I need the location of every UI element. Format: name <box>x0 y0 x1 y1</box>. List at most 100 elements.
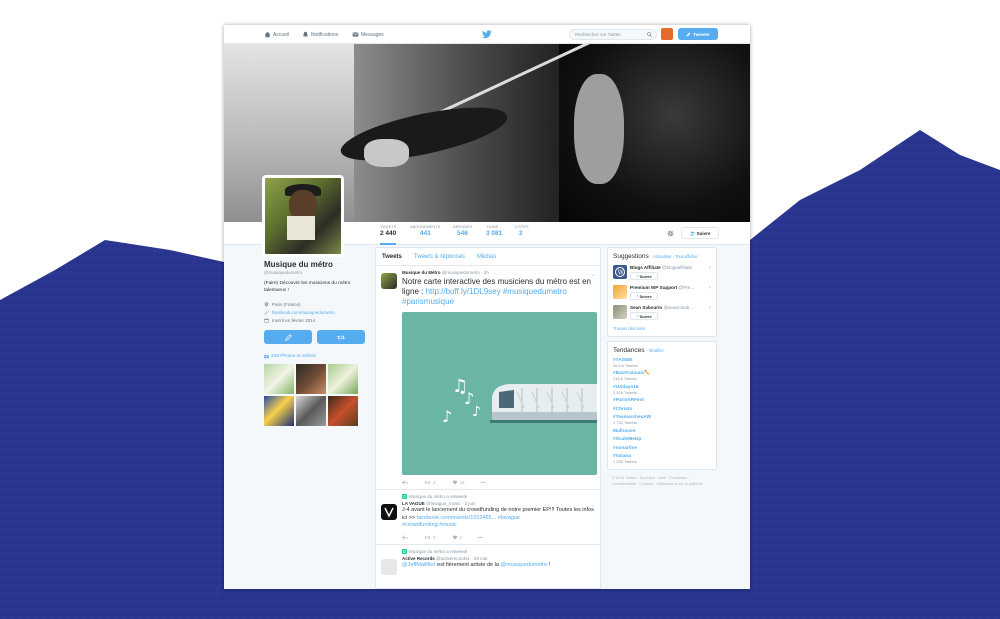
trend-tag[interactable]: #ScaleMeUp <box>613 437 711 442</box>
reply-action[interactable] <box>402 480 408 485</box>
tweet-hashtag[interactable]: #lavague <box>498 515 520 521</box>
tweet-author-handle[interactable]: @activerecords1 <box>436 556 470 561</box>
trend-item[interactable]: #BacFrancais✏️ 216 k Tweets <box>613 371 711 381</box>
reply-icon <box>402 480 408 485</box>
media-thumbnail[interactable] <box>264 396 294 426</box>
more-action[interactable]: ••• <box>478 535 483 540</box>
gear-icon[interactable] <box>667 230 674 237</box>
like-action[interactable]: 2 <box>452 535 462 540</box>
stat-following[interactable]: Abonnements 441 <box>410 225 440 237</box>
suggestion-follow-button[interactable]: ⁺ Suivre <box>630 272 658 280</box>
suggestion-follow-button[interactable]: ⁺ Suivre <box>630 312 658 320</box>
tab-tweets-replies[interactable]: Tweets & réponses <box>414 254 465 260</box>
search-icon[interactable] <box>647 32 652 37</box>
twitter-bird-icon[interactable] <box>482 30 492 39</box>
suggestion-name[interactable]: Sean Sabourin @seanmsab... <box>630 305 693 310</box>
tweet-time[interactable]: 2h <box>484 270 489 275</box>
suggestions-actions[interactable]: · Actualiser · Tout afficher <box>651 254 698 259</box>
footer-links[interactable]: © 2016 Twitter · À propos · Aide · Condi… <box>607 474 717 489</box>
photos-videos-link[interactable]: 249 Photos et vidéos <box>264 354 366 359</box>
suggestion-avatar[interactable]: W <box>613 265 627 279</box>
media-thumbnail[interactable] <box>296 396 326 426</box>
tweet-hashtags[interactable]: #crowdfunding #music <box>402 522 457 528</box>
trend-tag[interactable]: Mulhouse <box>613 429 711 434</box>
reply-action[interactable] <box>402 534 408 540</box>
stat-lists[interactable]: Listes 2 <box>515 225 529 237</box>
follow-button[interactable]: Suivre <box>681 227 719 239</box>
tweet-avatar[interactable] <box>381 273 397 289</box>
suggestion-name[interactable]: Premium WP Support @Pre... <box>630 285 694 290</box>
retweeted-by-text[interactable]: Musique du métro a retweeté <box>409 549 467 554</box>
trend-item[interactable]: #Christo <box>613 407 711 412</box>
dismiss-icon[interactable]: × <box>708 285 711 290</box>
trend-tag[interactable]: #sonartive <box>613 446 711 451</box>
media-thumbnail[interactable] <box>328 364 358 394</box>
tweet[interactable]: Musique du métro a retweeté ⌄ LA VAGUE @… <box>376 490 600 545</box>
trend-item[interactable]: #Vaiana 1 030 Tweets <box>613 454 711 464</box>
tweet-to-button[interactable] <box>264 330 312 344</box>
suggestion-avatar[interactable] <box>613 285 627 299</box>
tweet-link[interactable]: facebook.com/events/1022465... <box>417 515 497 521</box>
tweet-link[interactable]: http://buff.ly/1DL9sey <box>426 287 501 296</box>
nav-home[interactable]: Accueil <box>264 31 289 38</box>
stat-tweets[interactable]: Tweets 2 440 <box>380 225 397 245</box>
tweet-avatar[interactable] <box>381 504 397 520</box>
profile-handle[interactable]: @musiquedumetro <box>264 270 366 275</box>
tweet[interactable]: ⌄ Musique du Métro @musiquedumetro · 2h … <box>376 266 600 490</box>
dismiss-icon[interactable]: × <box>708 305 711 310</box>
more-action[interactable]: ••• <box>481 480 486 485</box>
trend-tag[interactable]: #ParisVRFest <box>613 398 711 403</box>
stat-likes[interactable]: J'aime 3 081 <box>486 225 502 237</box>
retweet-action[interactable]: 3 <box>424 480 436 485</box>
nav-notifications[interactable]: Notifications <box>302 31 338 38</box>
tweet-button[interactable]: Tweeter <box>678 28 718 40</box>
tweet-time[interactable]: 29 mai <box>474 556 488 561</box>
tweet-time[interactable]: 2 juin <box>465 501 476 506</box>
tweet-author-name[interactable]: Active Records <box>402 556 435 561</box>
trend-item[interactable]: Mulhouse <box>613 429 711 434</box>
avatar-card <box>287 216 315 240</box>
tweet[interactable]: Musique du métro a retweeté Active Recor… <box>376 545 600 575</box>
suggestion-name[interactable]: Blogs Affiliate @blogsaffiliate <box>630 265 692 270</box>
retweet-profile-button[interactable] <box>317 330 365 344</box>
tweet-author-handle[interactable]: @musiquedumetro <box>442 270 480 275</box>
retweeted-by-text[interactable]: Musique du métro a retweeté <box>409 494 467 499</box>
search-input[interactable]: Recherchez sur Twitter <box>569 29 657 40</box>
trend-item[interactable]: #TeamarchesAW 1 732 Tweets <box>613 415 711 425</box>
chevron-down-icon[interactable]: ⌄ <box>591 502 595 508</box>
tab-media[interactable]: Médias <box>477 254 496 260</box>
tweet-author-handle[interactable]: @lavague_music <box>426 501 461 506</box>
trend-item[interactable]: #UXdays16 3 429 Tweets <box>613 385 711 395</box>
trend-item[interactable]: #TASWE 36,6 k Tweets <box>613 358 711 368</box>
media-thumbnail[interactable] <box>296 364 326 394</box>
trends-module: Tendances · Modifier #TASWE 36,6 k Tweets … <box>607 341 717 470</box>
dismiss-icon[interactable]: × <box>708 265 711 270</box>
tweet-mention[interactable]: @musiquedumetro <box>500 562 547 568</box>
tweet-author-name[interactable]: LA VAGUE <box>402 501 425 506</box>
chevron-down-icon[interactable]: ⌄ <box>591 272 595 278</box>
find-friends-link[interactable]: Trouver des amis <box>613 326 711 331</box>
like-action[interactable]: 16 <box>452 480 465 485</box>
trend-tag[interactable]: #Christo <box>613 407 711 412</box>
tweet-mention[interactable]: @JeffMaillfert <box>402 562 436 568</box>
retweet-action[interactable]: 3 <box>424 535 436 540</box>
trend-item[interactable]: #ParisVRFest <box>613 398 711 403</box>
suggestion-avatar[interactable] <box>613 305 627 319</box>
trend-item[interactable]: #sonartive <box>613 446 711 451</box>
profile-website[interactable]: facebook.com/musiquedumetro <box>264 310 366 315</box>
media-thumbnail[interactable] <box>328 396 358 426</box>
media-thumbnail[interactable] <box>264 364 294 394</box>
suggestion-follow-button[interactable]: ⁺ Suivre <box>630 292 658 300</box>
user-avatar-menu[interactable] <box>661 28 673 40</box>
tab-tweets[interactable]: Tweets <box>382 254 402 260</box>
profile-website-link[interactable]: facebook.com/musiquedumetro <box>272 310 335 315</box>
profile-avatar[interactable] <box>262 175 344 257</box>
trends-modify-link[interactable]: · Modifier <box>646 348 663 353</box>
tweet-author-name[interactable]: Musique du Métro <box>402 270 441 275</box>
stat-followers[interactable]: Abonnés 546 <box>453 225 472 237</box>
trend-item[interactable]: #ScaleMeUp <box>613 437 711 442</box>
tweet-media-image[interactable]: ♫ ♪ ♪ ♪ <box>402 312 597 475</box>
tweet-avatar[interactable] <box>381 558 397 575</box>
suggestion-name-text: Blogs Affiliate <box>630 265 661 270</box>
nav-messages[interactable]: Messages <box>352 31 384 38</box>
